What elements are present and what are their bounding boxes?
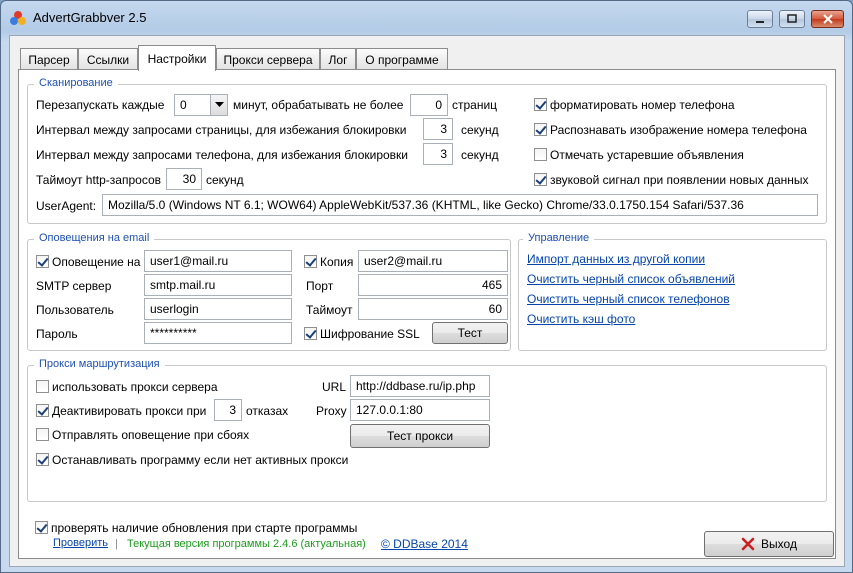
restart-combo[interactable]: 0 bbox=[174, 94, 228, 116]
management-legend: Управление bbox=[523, 232, 595, 244]
proxy-url-label: URL bbox=[322, 380, 347, 394]
email-notifications-legend: Оповещения на email bbox=[34, 232, 155, 244]
proxy-address-input[interactable]: 127.0.0.1:80 bbox=[350, 399, 490, 421]
app-logo-icon bbox=[10, 11, 26, 25]
failures-label: отказах bbox=[246, 404, 289, 418]
use-proxy-label: использовать прокси сервера bbox=[52, 380, 218, 394]
phone-interval-input[interactable]: 3 bbox=[423, 143, 453, 165]
proxy-routing-legend: Прокси маршрутизация bbox=[34, 358, 165, 370]
management-group: Управление Импорт данных из другой копии… bbox=[518, 232, 827, 351]
settings-panel: Сканирование Перезапускать каждые 0 мину… bbox=[18, 69, 836, 559]
deactivate-proxy-checkbox[interactable] bbox=[36, 404, 49, 417]
port-label: Порт bbox=[306, 279, 334, 293]
email-notifications-group: Оповещения на email Оповещение на user1@… bbox=[27, 232, 511, 351]
proxy-routing-group: Прокси маршрутизация использовать прокси… bbox=[27, 358, 827, 502]
close-icon bbox=[822, 14, 833, 24]
http-timeout-label: Таймоут http-запросов bbox=[36, 173, 162, 187]
version-status-text: Текущая версия программы 2.4.6 (актуальн… bbox=[127, 538, 366, 550]
copy-email-checkbox[interactable] bbox=[304, 255, 317, 268]
format-phone-label: форматировать номер телефона bbox=[550, 98, 735, 112]
mark-outdated-checkbox[interactable] bbox=[534, 148, 547, 161]
smtp-timeout-label: Таймоут bbox=[306, 303, 353, 317]
page-interval-input[interactable]: 3 bbox=[423, 118, 453, 140]
password-input[interactable]: ********** bbox=[144, 322, 292, 344]
check-now-link[interactable]: Проверить bbox=[53, 537, 108, 549]
ssl-label: Шифрование SSL bbox=[320, 327, 420, 341]
sound-signal-label: звуковой сигнал при появлении новых данн… bbox=[550, 173, 809, 187]
use-proxy-checkbox[interactable] bbox=[36, 380, 49, 393]
tab-settings[interactable]: Настройки bbox=[138, 45, 216, 71]
client-area: Парсер Ссылки Настройки Прокси сервера Л… bbox=[9, 35, 845, 567]
max-pages-input[interactable]: 0 bbox=[410, 94, 448, 116]
clear-photo-cache-link[interactable]: Очистить кэш фото bbox=[527, 312, 635, 326]
test-email-button[interactable]: Тест bbox=[432, 322, 508, 344]
phone-interval-seconds-label: секунд bbox=[461, 148, 499, 162]
stop-no-proxy-checkbox[interactable] bbox=[36, 453, 49, 466]
minimize-button[interactable] bbox=[747, 10, 773, 28]
tab-about[interactable]: О программе bbox=[356, 48, 448, 70]
sound-signal-checkbox[interactable] bbox=[534, 173, 547, 186]
chevron-down-icon[interactable] bbox=[210, 95, 227, 115]
http-timeout-input[interactable]: 30 bbox=[166, 168, 202, 190]
notify-failures-checkbox[interactable] bbox=[36, 428, 49, 441]
smtp-server-label: SMTP сервер bbox=[36, 279, 112, 293]
notify-email-checkbox[interactable] bbox=[36, 255, 49, 268]
proxy-url-input[interactable]: http://ddbase.ru/ip.php bbox=[350, 375, 490, 397]
http-timeout-seconds-label: секунд bbox=[206, 173, 244, 187]
title-bar: AdvertGrabbver 2.5 bbox=[1, 1, 852, 35]
page-interval-seconds-label: секунд bbox=[461, 123, 499, 137]
exit-button[interactable]: Выход bbox=[704, 531, 834, 557]
notify-email-input[interactable]: user1@mail.ru bbox=[144, 250, 292, 272]
restart-combo-value: 0 bbox=[180, 98, 187, 112]
minutes-label: минут, обрабатывать не более bbox=[233, 98, 404, 112]
page-interval-label: Интервал между запросами страницы, для и… bbox=[36, 123, 407, 137]
maximize-icon bbox=[787, 14, 797, 23]
scanning-legend: Сканирование bbox=[34, 77, 118, 89]
clear-phones-blacklist-link[interactable]: Очистить черный список телефонов bbox=[527, 292, 730, 306]
port-input[interactable]: 465 bbox=[358, 274, 508, 296]
minimize-icon bbox=[756, 21, 764, 23]
notify-failures-label: Отправлять оповещение при сбоях bbox=[52, 428, 250, 442]
tab-parser[interactable]: Парсер bbox=[20, 48, 78, 70]
exit-button-label: Выход bbox=[761, 537, 797, 551]
smtp-server-input[interactable]: smtp.mail.ru bbox=[144, 274, 292, 296]
tab-log[interactable]: Лог bbox=[320, 48, 356, 70]
tab-proxy-servers[interactable]: Прокси сервера bbox=[216, 48, 320, 70]
import-data-link[interactable]: Импорт данных из другой копии bbox=[527, 252, 705, 266]
proxy-address-label: Proxy bbox=[316, 404, 347, 418]
username-input[interactable]: userlogin bbox=[144, 298, 292, 320]
restart-label: Перезапускать каждые bbox=[36, 98, 165, 112]
useragent-input[interactable]: Mozilla/5.0 (Windows NT 6.1; WOW64) Appl… bbox=[102, 194, 818, 216]
app-window: AdvertGrabbver 2.5 Парсер Ссылки Настрой… bbox=[0, 0, 853, 573]
red-x-icon bbox=[741, 537, 755, 551]
stop-no-proxy-label: Останавливать программу если нет активны… bbox=[52, 453, 349, 467]
scanning-group: Сканирование Перезапускать каждые 0 мину… bbox=[27, 77, 827, 224]
clear-ads-blacklist-link[interactable]: Очистить черный список объявлений bbox=[527, 272, 735, 286]
deactivate-failures-input[interactable]: 3 bbox=[214, 399, 242, 421]
maximize-button[interactable] bbox=[779, 10, 805, 28]
deactivate-proxy-label: Деактивировать прокси при bbox=[52, 404, 207, 418]
check-updates-checkbox[interactable] bbox=[35, 521, 48, 534]
window-title: AdvertGrabbver 2.5 bbox=[33, 10, 147, 25]
password-label: Пароль bbox=[36, 327, 78, 341]
smtp-timeout-input[interactable]: 60 bbox=[358, 298, 508, 320]
pages-label: страниц bbox=[452, 98, 498, 112]
phone-interval-label: Интервал между запросами телефона, для и… bbox=[36, 148, 408, 162]
recognize-phone-image-label: Распознавать изображение номера телефона bbox=[550, 123, 807, 137]
test-proxy-button[interactable]: Тест прокси bbox=[350, 424, 490, 448]
close-window-button[interactable] bbox=[811, 10, 844, 28]
copyright-link[interactable]: © DDBase 2014 bbox=[381, 537, 468, 551]
mark-outdated-label: Отмечать устаревшие объявления bbox=[550, 148, 744, 162]
format-phone-checkbox[interactable] bbox=[534, 98, 547, 111]
copy-email-input[interactable]: user2@mail.ru bbox=[358, 250, 508, 272]
notify-email-label: Оповещение на bbox=[52, 255, 141, 269]
tab-links[interactable]: Ссылки bbox=[78, 48, 138, 70]
username-label: Пользователь bbox=[36, 303, 114, 317]
check-updates-label: проверять наличие обновления при старте … bbox=[51, 521, 358, 535]
useragent-label: UserAgent: bbox=[36, 199, 97, 213]
recognize-phone-image-checkbox[interactable] bbox=[534, 123, 547, 136]
ssl-checkbox[interactable] bbox=[304, 327, 317, 340]
update-separator: | bbox=[115, 538, 118, 550]
copy-email-label: Копия bbox=[320, 255, 354, 269]
